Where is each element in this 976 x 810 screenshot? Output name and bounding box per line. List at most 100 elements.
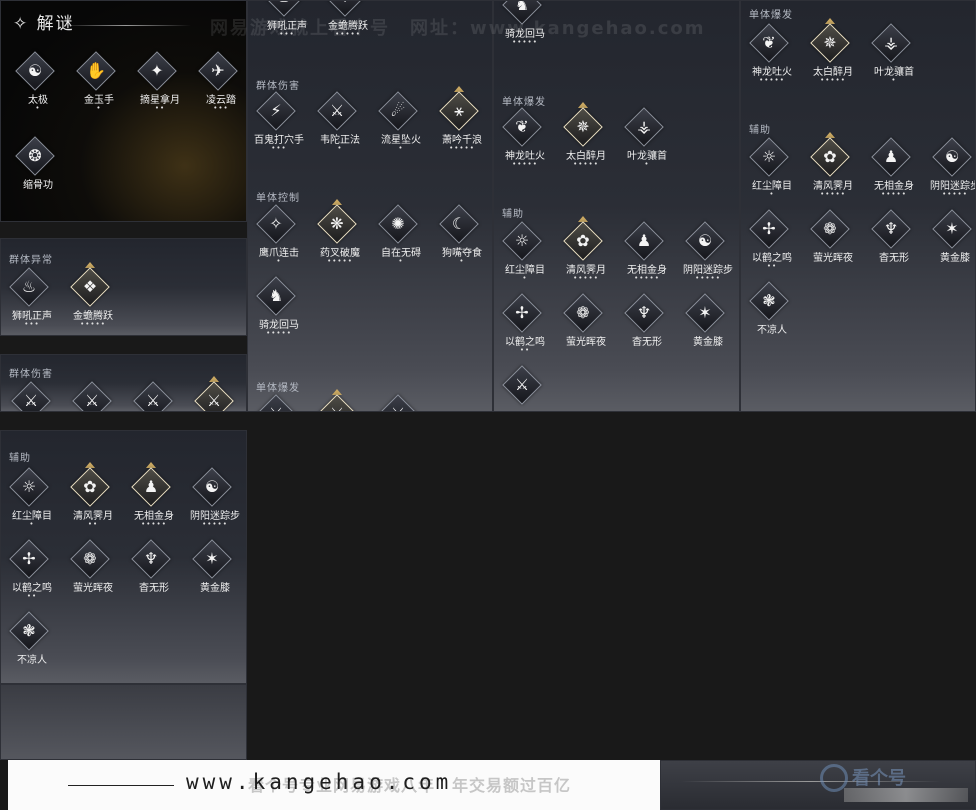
skill-icon: ⚔ — [23, 391, 39, 410]
skill-icon: ☄ — [390, 101, 406, 120]
skill-slot[interactable]: ✶ 黄金膝 — [924, 209, 975, 275]
skill-icon: ✈ — [211, 61, 225, 80]
skill-name: 缩骨功 — [23, 180, 53, 191]
skill-slot[interactable]: ☼ 红尘障目 • — [741, 137, 803, 203]
skill-slot[interactable]: ⚔ 韦陀正法 • — [309, 91, 371, 157]
skill-icon: ⚶ — [884, 33, 898, 52]
skill-slot[interactable]: ❋ 药叉破魔 ••••• — [309, 199, 371, 270]
skill-slot[interactable]: ❦ 神龙吐火 ••••• — [494, 107, 556, 173]
skill-column-3: ♞ 骑龙回马 ••••• 单体爆发 ❦ 神龙吐火 ••••• ✵ 太白醉月 ••••• ⚶ 叶龙骧首 •… — [493, 0, 740, 412]
section-title: 群体异常 — [9, 255, 53, 266]
skill-icon: ❁ — [576, 303, 590, 322]
skill-slot[interactable]: ✈ 凌云踏 ••• — [190, 51, 246, 117]
skill-level-dots: ••• — [213, 104, 229, 112]
skill-slot[interactable]: ☯ 阴阳迷踪步 ••••• — [924, 137, 975, 203]
skill-slot[interactable]: ✶ 黄金膝 — [677, 293, 739, 359]
skill-slot[interactable]: ✋ 金玉手 • — [68, 51, 130, 117]
skill-icon: ❦ — [762, 33, 776, 52]
skill-level-dots: ••••• — [202, 520, 228, 528]
skill-slot[interactable]: ✧ 鹰爪连击 • — [248, 204, 310, 270]
skill-slot[interactable]: ❁ 萤光晖夜 — [62, 539, 124, 605]
skill-icon: ♨ — [21, 277, 37, 296]
skill-icon: ♟ — [636, 231, 652, 250]
skill-slot[interactable]: ✦ 摘星拿月 •• — [129, 51, 191, 117]
skill-slot[interactable]: ✺ 自在无碍 • — [370, 204, 432, 270]
skill-icon: ⚡ — [270, 101, 282, 120]
skill-slot[interactable]: ⚔ — [309, 389, 371, 411]
skill-slot[interactable]: ❁ 萤光晖夜 — [555, 293, 617, 359]
skill-level-dots: • — [35, 104, 41, 112]
skill-slot[interactable]: ♞ 骑龙回马 ••••• — [248, 276, 310, 342]
skill-slot[interactable]: ⚹ 萧吟千浪 ••••• — [431, 86, 492, 157]
skill-name: 不凉人 — [757, 325, 787, 336]
skill-slot[interactable]: ❂ 缩骨功 — [7, 136, 69, 202]
skill-name: 黄金膝 — [940, 253, 970, 264]
skill-slot[interactable]: ✢ 以鹤之鸣 •• — [494, 293, 556, 359]
skill-slot[interactable]: ☯ 太极 • — [7, 51, 69, 117]
skill-slot[interactable]: ✶ 黄金膝 — [184, 539, 246, 605]
skill-icon: ⚹ — [454, 101, 464, 120]
skill-icon: ⚔ — [145, 391, 161, 410]
skill-icon: ⚔ — [264, 402, 288, 411]
skill-slot[interactable]: ✿ 清风霁月 •• — [62, 462, 124, 533]
skill-name: 黄金膝 — [200, 583, 230, 594]
skill-slot[interactable]: ❖金蟾腾跃••••• — [62, 262, 124, 333]
skill-slot[interactable]: ⚔ — [248, 394, 310, 411]
skill-level-dots: ••••• — [327, 257, 353, 265]
skill-icon: ☯ — [697, 231, 713, 250]
skill-slot[interactable]: ⚶ 叶龙骧首 • — [863, 23, 925, 89]
skill-slot[interactable]: ❦ 神龙吐火 ••••• — [741, 23, 803, 89]
section-title: 单体爆发 — [749, 10, 793, 21]
skill-slot[interactable]: ⚔••••• — [64, 381, 126, 411]
skill-slot[interactable]: ♆ 杳无形 — [616, 293, 678, 359]
skill-level-dots: • — [276, 257, 282, 265]
skill-slot[interactable]: ❁ 萤光晖夜 — [802, 209, 864, 275]
skill-slot[interactable]: ❃ 不凉人 — [741, 281, 803, 347]
skill-level-dots: ••••• — [573, 274, 599, 282]
skill-slot[interactable]: ⚔ — [370, 394, 432, 411]
skill-slot[interactable]: ✢ 以鹤之鸣 •• — [1, 539, 63, 605]
skill-slot[interactable]: ♟ 无相金身 ••••• — [863, 137, 925, 203]
skill-icon: ♞ — [268, 286, 284, 305]
skill-slot[interactable]: ☼ 红尘障目 • — [494, 221, 556, 287]
skill-slot[interactable]: ✢ 以鹤之鸣 •• — [741, 209, 803, 275]
skill-level-dots: • — [459, 257, 465, 265]
section-title: 群体伤害 — [9, 369, 53, 380]
skill-slot[interactable]: ☯ 阴阳迷踪步 ••••• — [677, 221, 739, 287]
skill-slot[interactable]: ✵ 太白醉月 ••••• — [802, 18, 864, 89]
skill-slot[interactable]: ♟ 无相金身 ••••• — [123, 462, 185, 533]
skill-slot[interactable]: ♨狮吼正声••• — [1, 267, 63, 333]
skill-slot[interactable]: ☄ 流星坠火 • — [370, 91, 432, 157]
section-title: 单体控制 — [256, 193, 300, 204]
skill-slot[interactable]: ✿ 清风霁月 ••••• — [555, 216, 617, 287]
skill-slot[interactable]: ☼ 红尘障目 • — [1, 467, 63, 533]
skill-icon: ♟ — [883, 147, 899, 166]
skill-slot[interactable]: ✿ 清风霁月 ••••• — [802, 132, 864, 203]
skill-slot[interactable]: ♆ 杳无形 — [123, 539, 185, 605]
skill-slot[interactable]: ♆ 杳无形 — [863, 209, 925, 275]
skill-slot[interactable]: ✵ 太白醉月 ••••• — [555, 102, 617, 173]
skill-slot[interactable]: ⚔ — [494, 365, 556, 411]
skill-slot[interactable]: ☯ 阴阳迷踪步 ••••• — [184, 467, 246, 533]
skill-slot[interactable]: ⚔••••• — [3, 381, 65, 411]
skill-level-dots: ••••• — [942, 190, 968, 198]
skill-icon: ☼ — [514, 231, 530, 250]
section-title: 单体爆发 — [502, 97, 546, 108]
skill-level-dots: •• — [519, 346, 531, 354]
skill-icon: ✶ — [945, 219, 959, 238]
skill-slot[interactable]: ❃ 不凉人 — [1, 611, 63, 677]
skill-slot[interactable]: ♟ 无相金身 ••••• — [616, 221, 678, 287]
footer-url[interactable]: www.kangehao.com — [186, 770, 452, 794]
skill-name: 黄金膝 — [693, 337, 723, 348]
skill-slot[interactable]: ⚔• — [125, 381, 187, 411]
skill-level-dots: ••••• — [573, 160, 599, 168]
group-damage-panel: 群体伤害⚔•••••⚔•••••⚔•⚔ — [0, 354, 247, 412]
skill-slot[interactable]: ⚶ 叶龙骧首 • — [616, 107, 678, 173]
skill-slot[interactable]: ⚡ 百鬼打穴手 ••• — [248, 91, 310, 157]
skill-icon: ♆ — [883, 219, 899, 238]
skill-level-dots: ••••• — [512, 160, 538, 168]
skill-icon: ✶ — [698, 303, 712, 322]
skill-level-dots: ••••• — [695, 274, 721, 282]
skill-slot[interactable]: ☾ 狗嘴夺食 • — [431, 204, 492, 270]
skill-slot[interactable]: ⚔ — [186, 376, 246, 411]
